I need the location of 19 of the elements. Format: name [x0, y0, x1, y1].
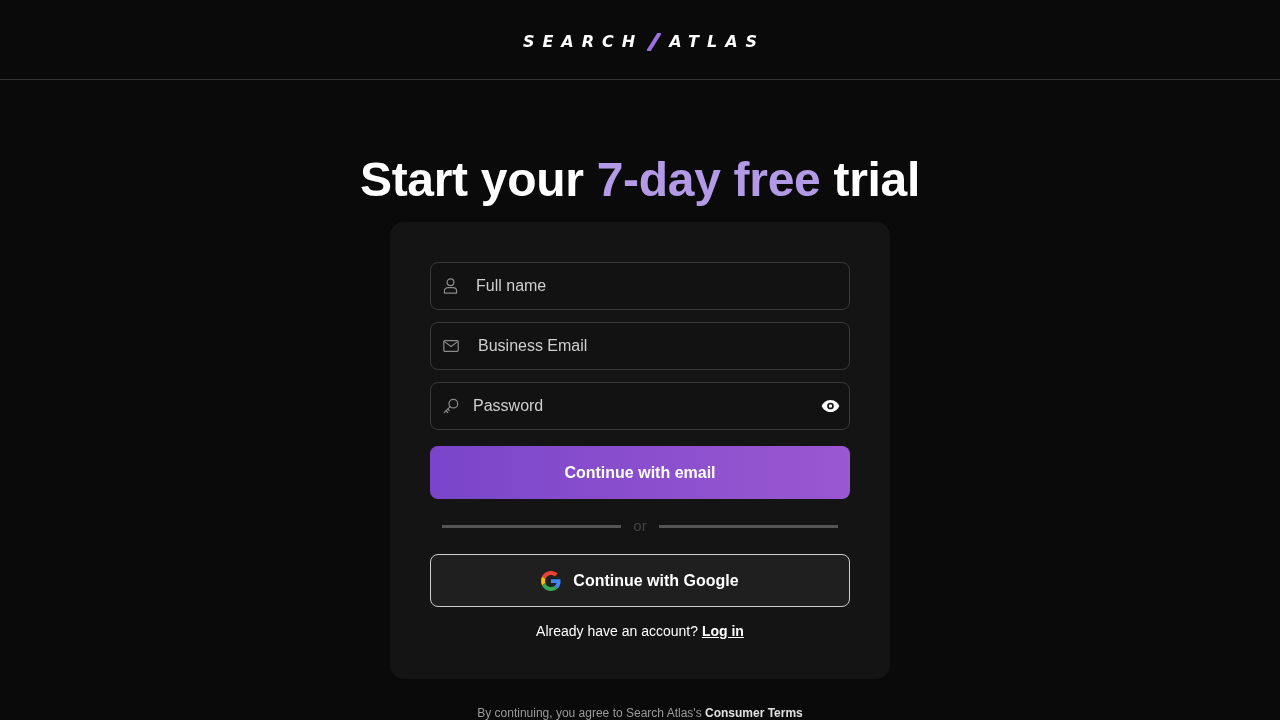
- continue-email-button[interactable]: Continue with email: [430, 446, 850, 499]
- consumer-terms-link[interactable]: Consumer Terms: [704, 706, 803, 720]
- continue-google-button[interactable]: Continue with Google: [430, 554, 850, 607]
- logo-slash-icon: [647, 32, 662, 51]
- envelope-icon: [443, 340, 459, 352]
- logo-wordmark: SEARCH: [522, 32, 644, 51]
- page-heading: Start your 7-day free trial: [359, 154, 921, 206]
- logo-wordmark: ATLAS: [669, 32, 766, 51]
- login-link[interactable]: Log in: [701, 623, 744, 639]
- login-prompt: Already have an account? Log in: [535, 623, 745, 639]
- key-icon: [443, 398, 459, 414]
- text-field[interactable]: Business Email: [430, 322, 850, 370]
- show-password-button[interactable]: [821, 399, 840, 413]
- google-g-icon: [541, 570, 562, 591]
- text-field[interactable]: Password: [430, 382, 850, 430]
- terms-notice: By continuing, you agree to Search Atlas's Consumer Terms: [477, 706, 803, 720]
- person-icon: [443, 277, 458, 295]
- text-field[interactable]: Full name: [430, 262, 850, 310]
- eye-icon: [821, 399, 840, 413]
